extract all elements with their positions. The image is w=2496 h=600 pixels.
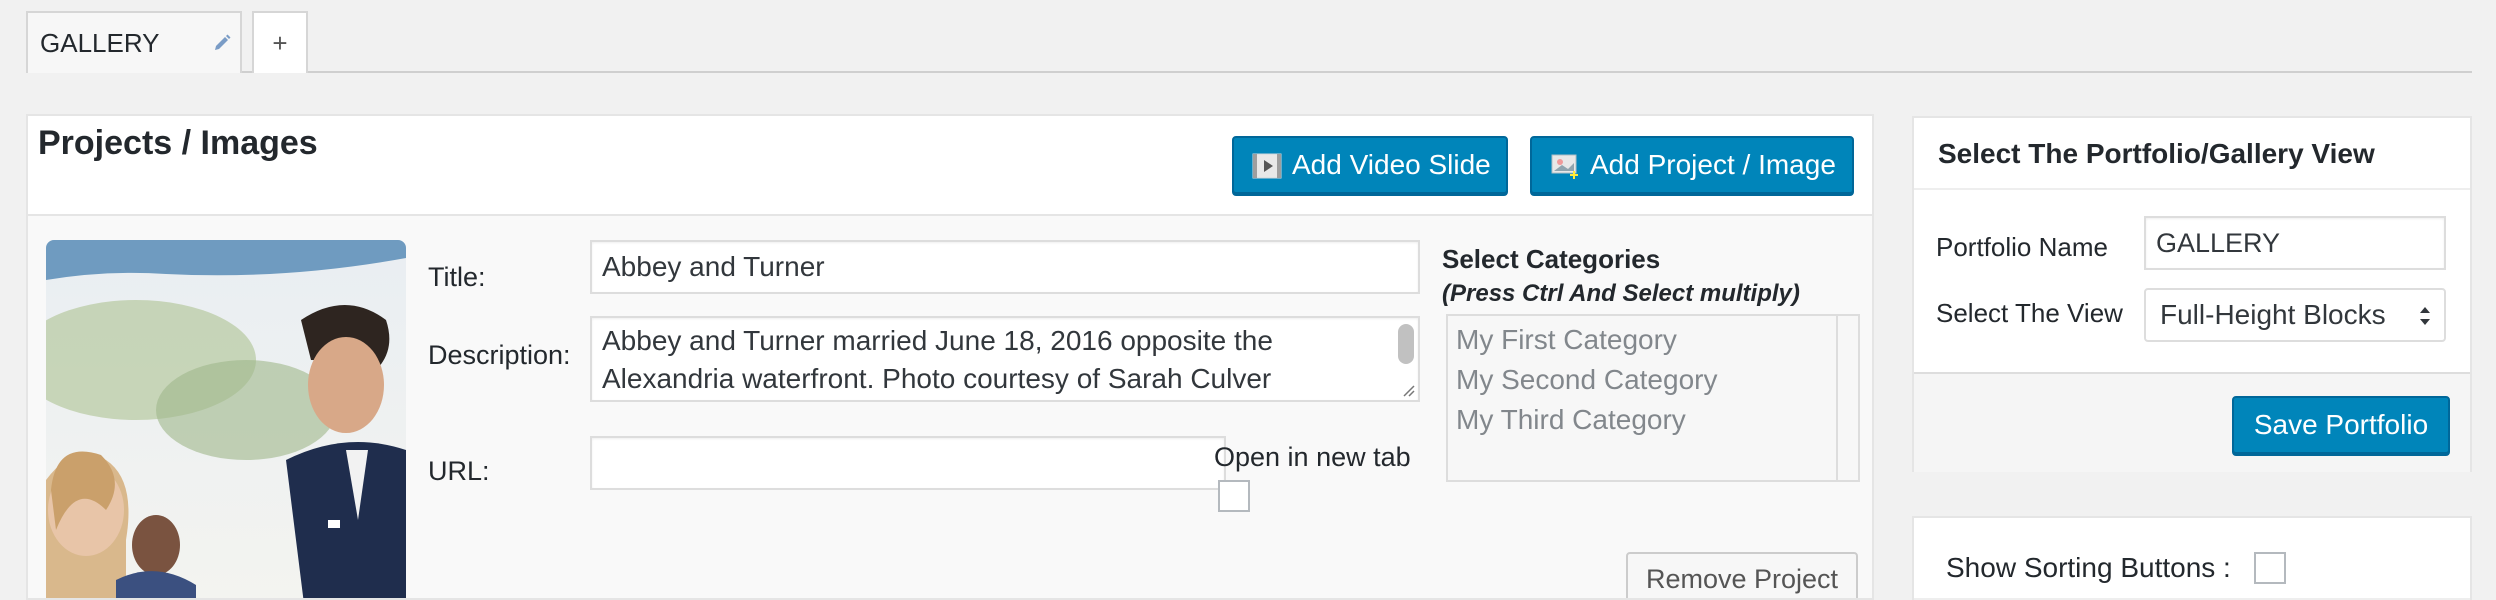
show-sorting-label: Show Sorting Buttons : xyxy=(1946,552,2231,583)
gallery-view-title: Select The Portfolio/Gallery View xyxy=(1938,138,2375,169)
show-sorting-checkbox[interactable] xyxy=(2254,552,2286,584)
tab-gallery[interactable]: GALLERY xyxy=(26,11,242,73)
select-view-label: Select The View xyxy=(1936,298,2123,328)
url-label: URL: xyxy=(428,456,490,486)
add-project-image-button[interactable]: Add Project / Image xyxy=(1530,136,1854,194)
description-scrollbar[interactable] xyxy=(1398,324,1414,364)
view-select[interactable]: Full-Height Blocks xyxy=(2144,288,2446,342)
gallery-view-footer: Save Portfolio xyxy=(1914,372,2470,472)
sorting-box: Show Sorting Buttons : xyxy=(1912,516,2472,600)
title-label: Title: xyxy=(428,262,486,292)
wedding-photo-image xyxy=(46,240,406,598)
add-video-slide-label: Add Video Slide xyxy=(1292,149,1491,180)
add-project-image-label: Add Project / Image xyxy=(1590,149,1836,180)
pencil-icon[interactable] xyxy=(212,33,232,53)
categories-scrollbar[interactable] xyxy=(1836,316,1858,480)
page-title: Projects / Images xyxy=(38,124,318,162)
resize-grip-icon[interactable] xyxy=(1400,382,1416,398)
remove-project-button[interactable]: Remove Project xyxy=(1626,552,1858,598)
projects-header: Projects / Images Add Video Slide Add Pr… xyxy=(28,116,1872,216)
url-input[interactable] xyxy=(590,436,1226,490)
description-label: Description: xyxy=(428,340,571,370)
gallery-view-header: Select The Portfolio/Gallery View xyxy=(1914,118,2470,190)
save-portfolio-button[interactable]: Save Portfolio xyxy=(2232,396,2450,454)
category-option[interactable]: My First Category xyxy=(1456,320,1717,360)
image-add-icon xyxy=(1551,154,1578,179)
tab-bar: GALLERY + xyxy=(26,11,2472,73)
gallery-view-box: Select The Portfolio/Gallery View Portfo… xyxy=(1912,116,2472,472)
add-tab-button[interactable]: + xyxy=(252,11,308,73)
video-icon xyxy=(1252,153,1282,179)
categories-hint: (Press Ctrl And Select multiply) xyxy=(1442,280,1800,307)
category-option[interactable]: My Third Category xyxy=(1456,400,1717,440)
open-new-tab-label: Open in new tab xyxy=(1214,442,1411,472)
add-video-slide-button[interactable]: Add Video Slide xyxy=(1232,136,1508,194)
category-option[interactable]: My Second Category xyxy=(1456,360,1717,400)
projects-panel: Projects / Images Add Video Slide Add Pr… xyxy=(26,114,1874,600)
open-new-tab-checkbox[interactable] xyxy=(1218,480,1250,512)
description-text: Abbey and Turner married June 18, 2016 o… xyxy=(602,325,1273,394)
title-input[interactable]: Abbey and Turner xyxy=(590,240,1420,294)
portfolio-name-input[interactable]: GALLERY xyxy=(2144,216,2446,270)
categories-multiselect[interactable]: My First Category My Second Category My … xyxy=(1446,314,1860,482)
tab-gallery-label: GALLERY xyxy=(40,27,160,58)
description-textarea[interactable]: Abbey and Turner married June 18, 2016 o… xyxy=(590,316,1420,402)
view-select-value: Full-Height Blocks xyxy=(2160,299,2386,330)
select-arrows-icon xyxy=(2420,307,2430,325)
categories-title: Select Categories xyxy=(1442,244,1661,274)
project-thumbnail[interactable] xyxy=(46,240,406,598)
portfolio-name-label: Portfolio Name xyxy=(1936,232,2108,262)
